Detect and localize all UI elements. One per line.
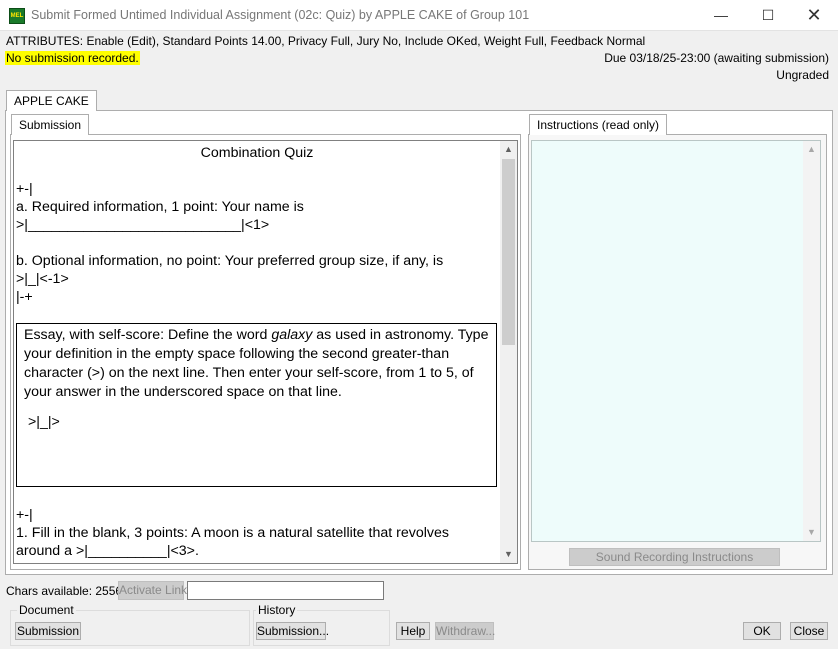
scroll-up-icon[interactable]: ▲ bbox=[500, 141, 517, 158]
text-line: |-+ bbox=[16, 289, 33, 305]
text-line: b. Optional information, no point: Your … bbox=[16, 253, 444, 269]
link-input[interactable] bbox=[187, 581, 384, 600]
scroll-down-icon[interactable]: ▼ bbox=[500, 546, 517, 563]
instructions-scrollbar[interactable]: ▲ ▼ bbox=[803, 141, 820, 541]
tab-submission[interactable]: Submission bbox=[11, 114, 90, 135]
scroll-thumb[interactable] bbox=[502, 159, 515, 345]
essay-answer-field[interactable]: >|_|> bbox=[28, 413, 60, 431]
text-line: >|_|<-1> bbox=[16, 271, 69, 287]
essay-keyword: galaxy bbox=[271, 327, 313, 343]
essay-question-box: Essay, with self-score: Define the word … bbox=[16, 323, 497, 487]
attributes-line: ATTRIBUTES: Enable (Edit), Standard Poin… bbox=[6, 34, 646, 48]
submission-status: No submission recorded. bbox=[5, 51, 140, 65]
history-submission-button[interactable]: Submission... bbox=[256, 622, 329, 640]
history-label: History bbox=[256, 603, 298, 617]
activate-link-button[interactable]: Activate Link bbox=[118, 581, 187, 600]
text-line: 1. Fill in the blank, 3 points: A moon i… bbox=[16, 525, 449, 541]
text-line: +-| bbox=[16, 507, 33, 523]
close-icon[interactable]: ✕ bbox=[791, 0, 837, 31]
tab-instructions[interactable]: Instructions (read only) bbox=[529, 114, 668, 135]
submission-editor[interactable]: Combination Quiz +-| a. Required informa… bbox=[13, 140, 518, 564]
withdraw-button[interactable]: Withdraw... bbox=[435, 622, 495, 640]
ok-button[interactable]: OK bbox=[743, 622, 781, 640]
scroll-down-icon[interactable]: ▼ bbox=[803, 524, 820, 541]
instructions-text-area[interactable]: ▲ ▼ bbox=[531, 140, 821, 542]
essay-prompt-start: Essay, with self-score: Define the word bbox=[24, 327, 272, 343]
text-line: +-| bbox=[16, 181, 33, 197]
window-title: Submit Formed Untimed Individual Assignm… bbox=[31, 8, 530, 22]
grade-status: Ungraded bbox=[776, 68, 829, 82]
app-icon: MEL bbox=[9, 8, 25, 24]
maximize-icon[interactable]: ☐ bbox=[745, 0, 791, 31]
document-label: Document bbox=[17, 603, 76, 617]
editor-scrollbar[interactable]: ▲ ▼ bbox=[500, 141, 517, 563]
text-line: >|___________________________|<1> bbox=[16, 217, 270, 233]
chars-available: Chars available: 2556 bbox=[6, 584, 123, 598]
tab-student[interactable]: APPLE CAKE bbox=[6, 90, 97, 111]
essay-prompt: Essay, with self-score: Define the word … bbox=[24, 326, 489, 402]
text-line: around a >|__________|<3>. bbox=[16, 543, 199, 559]
minimize-icon[interactable]: — bbox=[698, 0, 744, 31]
due-date: Due 03/18/25-23:00 (awaiting submission) bbox=[604, 51, 829, 65]
document-submission-button[interactable]: Submission bbox=[15, 622, 81, 640]
scroll-up-icon[interactable]: ▲ bbox=[803, 141, 820, 158]
text-line: a. Required information, 1 point: Your n… bbox=[16, 199, 304, 215]
close-button[interactable]: Close bbox=[790, 622, 828, 640]
help-button[interactable]: Help bbox=[396, 622, 430, 640]
sound-recording-instructions-button[interactable]: Sound Recording Instructions bbox=[569, 548, 780, 566]
quiz-title: Combination Quiz bbox=[200, 145, 314, 161]
